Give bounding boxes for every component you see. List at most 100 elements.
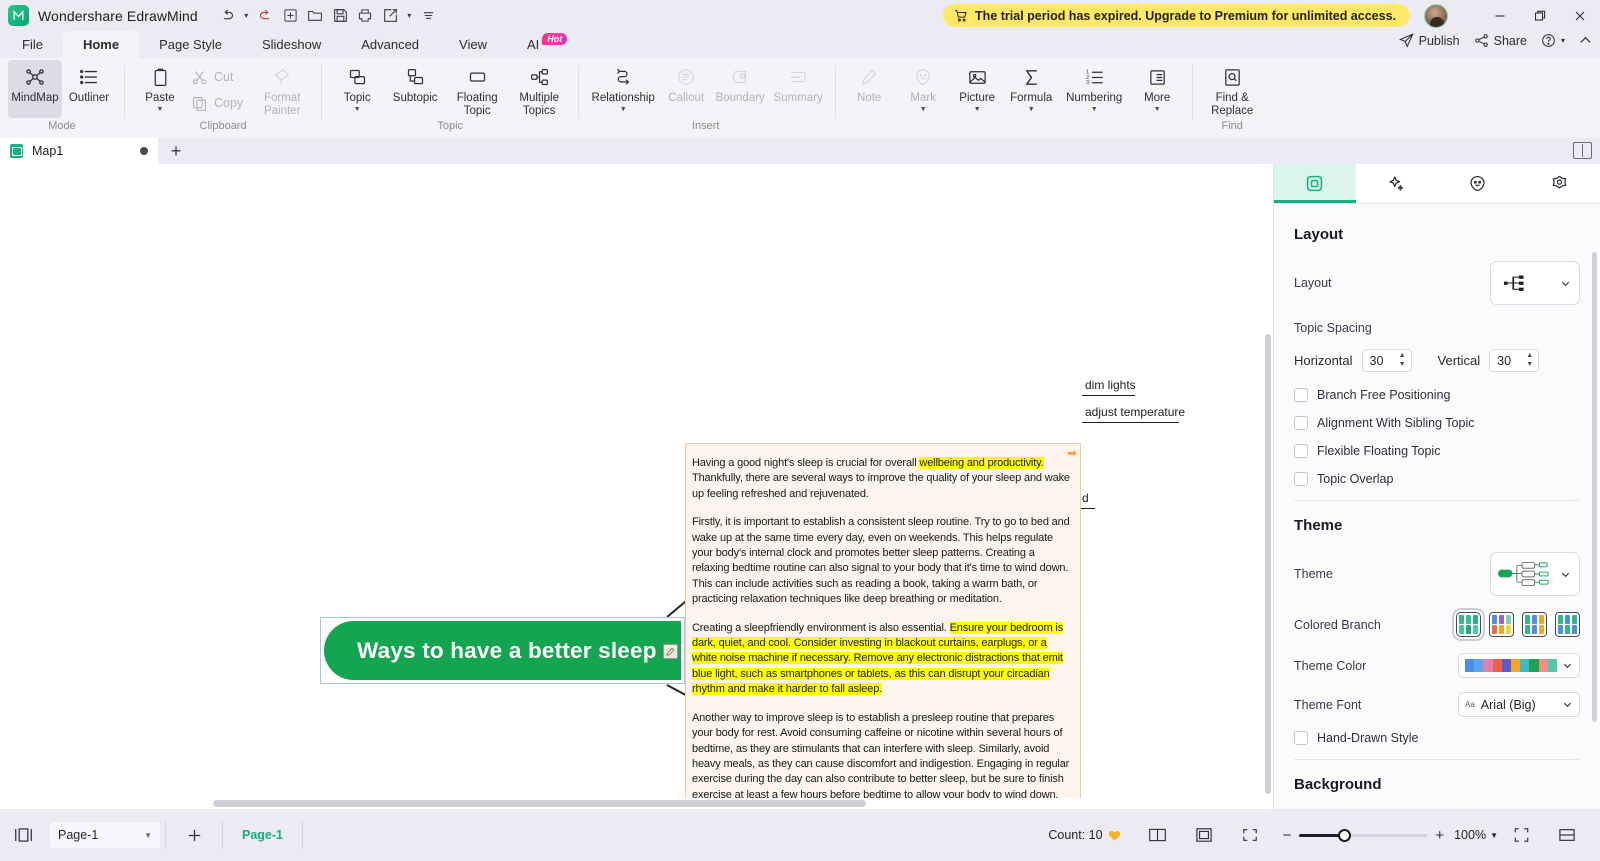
horizontal-spinner-icon[interactable]: ▲ ▼ — [1399, 352, 1406, 368]
chevron-down-icon[interactable]: ▼ — [1490, 831, 1498, 840]
scrollbar-thumb[interactable] — [213, 800, 866, 807]
collapse-ribbon-icon[interactable] — [1579, 34, 1592, 47]
chevron-down-icon[interactable] — [1560, 278, 1571, 289]
formula-dropdown-icon[interactable]: ▼ — [1028, 106, 1035, 114]
checkbox-icon[interactable] — [1294, 444, 1308, 458]
chevron-down-icon[interactable] — [1562, 660, 1573, 671]
tab-clipart-panel[interactable] — [1437, 164, 1519, 203]
tab-advanced[interactable]: Advanced — [341, 31, 439, 58]
zoom-knob[interactable] — [1338, 828, 1352, 842]
numbering-button[interactable]: 123 Numbering ▼ — [1058, 60, 1130, 118]
theme-font-select[interactable]: Aa Arial (Big) — [1458, 692, 1580, 717]
paste-dropdown-icon[interactable]: ▼ — [157, 106, 164, 114]
checkbox-alignment-with-sibling-topic[interactable]: Alignment With Sibling Topic — [1294, 416, 1580, 430]
multiple-topics-button[interactable]: Multiple Topics — [508, 60, 570, 118]
redo-icon[interactable] — [254, 4, 277, 27]
add-page-button[interactable] — [171, 809, 217, 861]
numbering-dropdown-icon[interactable]: ▼ — [1091, 106, 1098, 114]
colored-branch-option-2[interactable] — [1489, 612, 1514, 637]
vertical-spinner-icon[interactable]: ▲ ▼ — [1526, 352, 1533, 368]
layout-select[interactable] — [1490, 261, 1580, 305]
branch-label-adjust-temperature[interactable]: adjust temperature — [1085, 405, 1185, 419]
minimize-icon[interactable] — [1480, 0, 1520, 31]
help-dropdown-icon[interactable]: ▾ — [1561, 36, 1565, 45]
checkbox-icon[interactable] — [1294, 731, 1308, 745]
tab-home[interactable]: Home — [62, 31, 140, 58]
relationship-dropdown-icon[interactable]: ▼ — [620, 106, 627, 114]
page-select[interactable]: Page-1 ▼ — [50, 822, 160, 848]
chevron-down-icon[interactable]: ▼ — [144, 831, 152, 840]
undo-icon[interactable] — [216, 4, 239, 27]
theme-color-select[interactable] — [1458, 653, 1580, 678]
subtopic-button[interactable]: Subtopic — [384, 60, 446, 118]
checkbox-icon[interactable] — [1294, 472, 1308, 486]
zoom-track[interactable] — [1299, 828, 1428, 842]
close-icon[interactable] — [1560, 0, 1600, 31]
zoom-out-button[interactable]: − — [1283, 827, 1292, 844]
note-badge-icon[interactable] — [663, 644, 678, 659]
trial-banner[interactable]: The trial period has expired. Upgrade to… — [943, 4, 1410, 27]
horizontal-spacing-input[interactable]: 30 ▲ ▼ — [1361, 349, 1412, 372]
chevron-down-icon[interactable] — [1560, 569, 1571, 580]
floating-topic-button[interactable]: Floating Topic — [446, 60, 508, 118]
formula-button[interactable]: Formula ▼ — [1004, 60, 1058, 118]
cut-button[interactable]: Cut — [187, 64, 251, 90]
topic-button[interactable]: Topic ▼ — [330, 60, 384, 118]
new-icon[interactable] — [279, 4, 302, 27]
tab-ai-panel[interactable] — [1356, 164, 1438, 203]
print-icon[interactable] — [354, 4, 377, 27]
checkbox-topic-overlap[interactable]: Topic Overlap — [1294, 472, 1580, 486]
share-button[interactable]: Share — [1474, 33, 1527, 48]
theme-select[interactable] — [1490, 552, 1580, 596]
more-button[interactable]: More ▼ — [1130, 60, 1184, 118]
tab-page-style[interactable]: Page Style — [139, 31, 242, 58]
tab-settings-panel[interactable] — [1519, 164, 1600, 203]
mark-button[interactable]: Mark ▼ — [896, 60, 950, 118]
picture-dropdown-icon[interactable]: ▼ — [974, 106, 981, 114]
fullscreen-icon[interactable] — [1498, 809, 1544, 861]
save-icon[interactable] — [329, 4, 352, 27]
vertical-spacing-input[interactable]: 30 ▲ ▼ — [1489, 349, 1540, 372]
picture-button[interactable]: Picture ▼ — [950, 60, 1004, 118]
export-icon[interactable] — [379, 4, 402, 27]
canvas-vertical-scrollbar[interactable] — [1265, 334, 1271, 794]
mark-dropdown-icon[interactable]: ▼ — [920, 106, 927, 114]
two-page-icon[interactable] — [1135, 809, 1181, 861]
zoom-slider[interactable]: − + — [1283, 827, 1445, 844]
open-icon[interactable] — [304, 4, 327, 27]
checkbox-icon[interactable] — [1294, 416, 1308, 430]
format-painter-button[interactable]: Format Painter — [251, 60, 313, 118]
outline-toggle-icon[interactable] — [0, 809, 46, 861]
zoom-level[interactable]: 100% ▼ — [1454, 828, 1498, 842]
more-dropdown-icon[interactable]: ▼ — [1154, 106, 1161, 114]
tab-style-panel[interactable] — [1274, 164, 1356, 203]
avatar[interactable] — [1424, 4, 1448, 28]
tab-file[interactable]: File — [2, 31, 63, 58]
topic-dropdown-icon[interactable]: ▼ — [354, 106, 361, 114]
right-panel-scrollbar[interactable] — [1592, 252, 1597, 722]
export-dropdown-icon[interactable]: ▾ — [404, 4, 415, 27]
tab-view[interactable]: View — [439, 31, 507, 58]
root-topic[interactable]: Ways to have a better sleep — [320, 617, 685, 684]
mindmap-button[interactable]: MindMap — [8, 60, 62, 118]
colored-branch-option-1[interactable] — [1452, 608, 1485, 641]
canvas-horizontal-scrollbar[interactable] — [0, 798, 1273, 809]
page-chip[interactable]: Page-1 — [228, 828, 297, 842]
copy-button[interactable]: Copy — [187, 90, 251, 116]
colored-branch-option-3[interactable] — [1522, 612, 1547, 637]
customize-toolbar-icon[interactable] — [417, 4, 440, 27]
summary-button[interactable]: Summary — [767, 60, 829, 118]
mindmap-canvas[interactable]: dim lights adjust temperature d Ways to … — [0, 164, 1273, 809]
paste-button[interactable]: Paste ▼ — [133, 60, 187, 118]
checkbox-branch-free-positioning[interactable]: Branch Free Positioning — [1294, 388, 1580, 402]
relationship-button[interactable]: Relationship ▼ — [587, 60, 659, 118]
checkbox-flexible-floating-topic[interactable]: Flexible Floating Topic — [1294, 444, 1580, 458]
doc-tab-map1[interactable]: Map1 — [0, 138, 158, 164]
find-replace-button[interactable]: Find & Replace — [1201, 60, 1263, 118]
dock-panel-icon[interactable] — [1573, 142, 1592, 159]
fit-screen-icon[interactable] — [1227, 809, 1273, 861]
boundary-button[interactable]: Boundary — [713, 60, 767, 118]
branch-label-partial[interactable]: d — [1082, 491, 1089, 505]
publish-button[interactable]: Publish — [1398, 33, 1460, 48]
tab-ai[interactable]: AI Hot — [507, 31, 587, 58]
